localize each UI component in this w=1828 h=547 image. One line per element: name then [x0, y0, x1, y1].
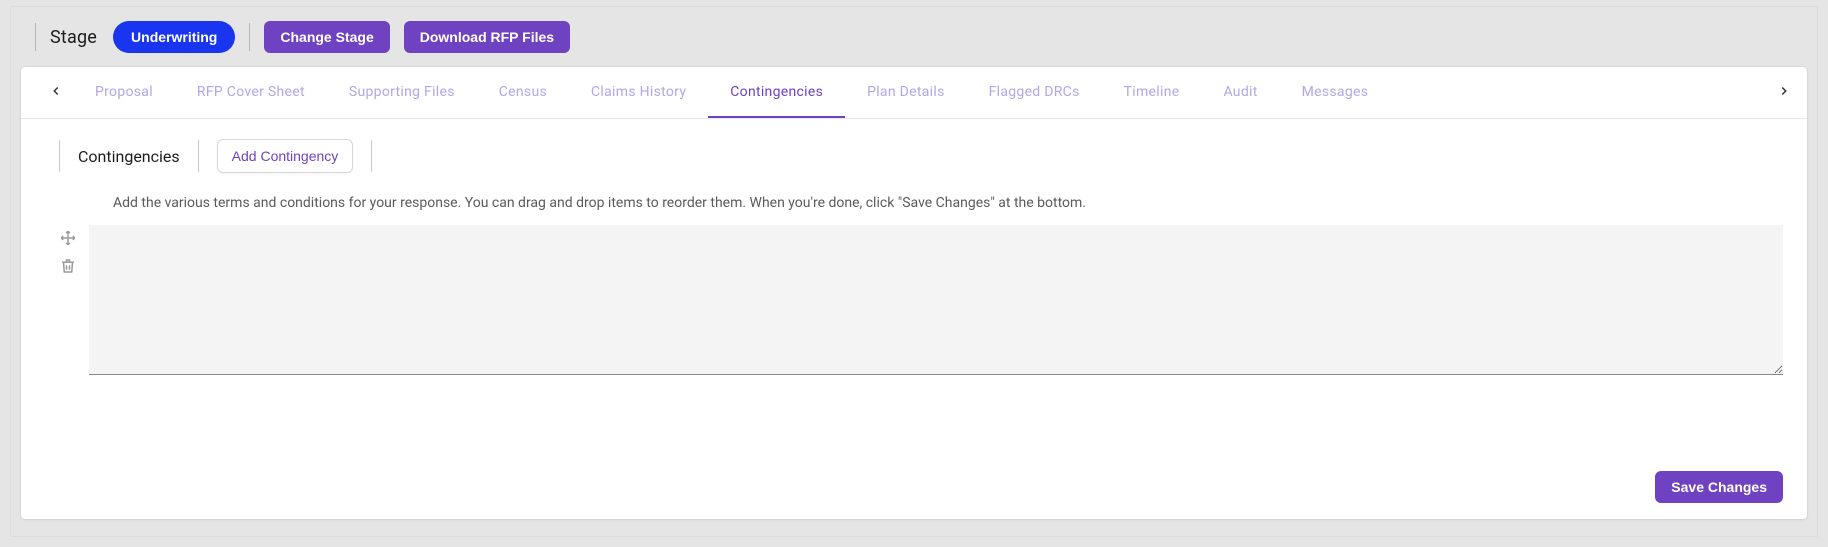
item-controls	[59, 225, 77, 279]
tab-plan-details[interactable]: Plan Details	[845, 67, 967, 118]
section-divider-right	[371, 140, 372, 172]
tab-flagged-drcs[interactable]: Flagged DRCs	[967, 67, 1102, 118]
trash-icon[interactable]	[59, 257, 77, 279]
section-divider-left	[59, 140, 60, 172]
add-contingency-button[interactable]: Add Contingency	[217, 139, 354, 173]
tabs-list: ProposalRFP Cover SheetSupporting FilesC…	[73, 67, 1767, 118]
tab-timeline[interactable]: Timeline	[1102, 67, 1202, 118]
stage-divider-right	[249, 23, 250, 51]
contingency-textarea[interactable]	[89, 225, 1783, 375]
tab-claims-history[interactable]: Claims History	[569, 67, 708, 118]
section-header: Contingencies Add Contingency	[21, 119, 1807, 195]
change-stage-button[interactable]: Change Stage	[264, 21, 389, 53]
stage-bar: Stage Underwriting Change Stage Download…	[11, 7, 1817, 67]
tabs-scroll-right[interactable]	[1771, 80, 1797, 106]
contingency-item	[21, 225, 1807, 375]
tab-supporting-files[interactable]: Supporting Files	[327, 67, 477, 118]
section-divider-mid	[198, 140, 199, 172]
tab-audit[interactable]: Audit	[1201, 67, 1279, 118]
tab-rfp-cover-sheet[interactable]: RFP Cover Sheet	[175, 67, 327, 118]
tabs-row: ProposalRFP Cover SheetSupporting FilesC…	[21, 67, 1807, 119]
section-title: Contingencies	[78, 147, 180, 166]
stage-divider-left	[35, 23, 36, 51]
save-changes-button[interactable]: Save Changes	[1655, 471, 1783, 503]
tab-contingencies[interactable]: Contingencies	[708, 67, 845, 118]
tab-proposal[interactable]: Proposal	[73, 67, 175, 118]
footer-actions: Save Changes	[1655, 471, 1783, 503]
tab-messages[interactable]: Messages	[1280, 67, 1391, 118]
chevron-right-icon	[1777, 84, 1791, 102]
stage-label: Stage	[50, 27, 97, 48]
move-icon[interactable]	[59, 229, 77, 251]
tab-census[interactable]: Census	[477, 67, 569, 118]
chevron-left-icon	[49, 84, 63, 102]
tabs-scroll-left[interactable]	[43, 80, 69, 106]
download-rfp-button[interactable]: Download RFP Files	[404, 21, 570, 53]
stage-pill[interactable]: Underwriting	[113, 21, 235, 53]
page-card: Stage Underwriting Change Stage Download…	[10, 6, 1818, 537]
main-panel: ProposalRFP Cover SheetSupporting FilesC…	[21, 67, 1807, 519]
section-help-text: Add the various terms and conditions for…	[21, 195, 1807, 225]
